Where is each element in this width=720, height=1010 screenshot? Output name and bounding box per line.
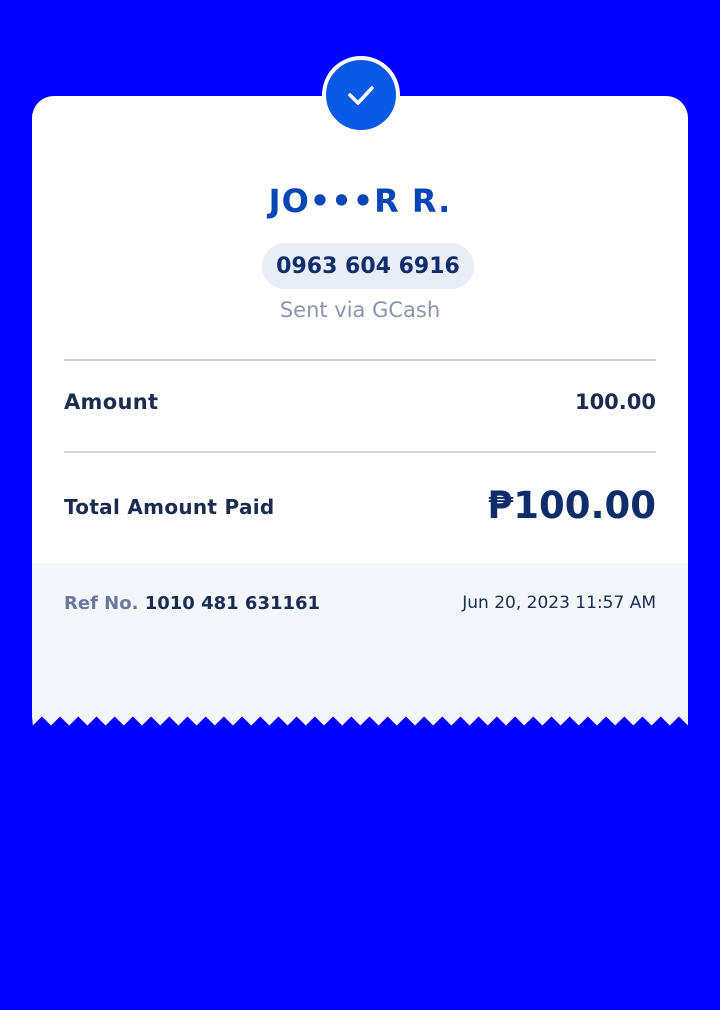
recipient-name: JO•••R R. [268,182,452,220]
ref-label: Ref No. [64,593,139,614]
ref-number: 1010 481 631161 [144,593,321,614]
check-icon [348,86,374,105]
divider [64,359,656,361]
receipt-footer: Ref No. 1010 481 631161 Jun 20, 2023 11:… [32,563,688,730]
divider [64,451,656,453]
total-amount-label: Total Amount Paid [64,495,275,519]
receipt-card: JO•••R R. 0963 604 6916 Sent via GCash A… [32,56,688,563]
recipient-phone: 0963 604 6916 [262,243,474,289]
torn-edge-background [32,563,688,726]
amount-label: Amount [64,390,159,414]
reference-number: Ref No. 1010 481 631161 [64,593,320,614]
success-badge [322,56,400,134]
transaction-receipt: JO•••R R. 0963 604 6916 Sent via GCash A… [32,56,688,730]
transaction-timestamp: Jun 20, 2023 11:57 AM [462,593,656,613]
amount-value: 100.00 [574,390,656,414]
total-amount-value: ₱100.00 [487,484,656,527]
payment-method-text: Sent via GCash [279,298,441,322]
